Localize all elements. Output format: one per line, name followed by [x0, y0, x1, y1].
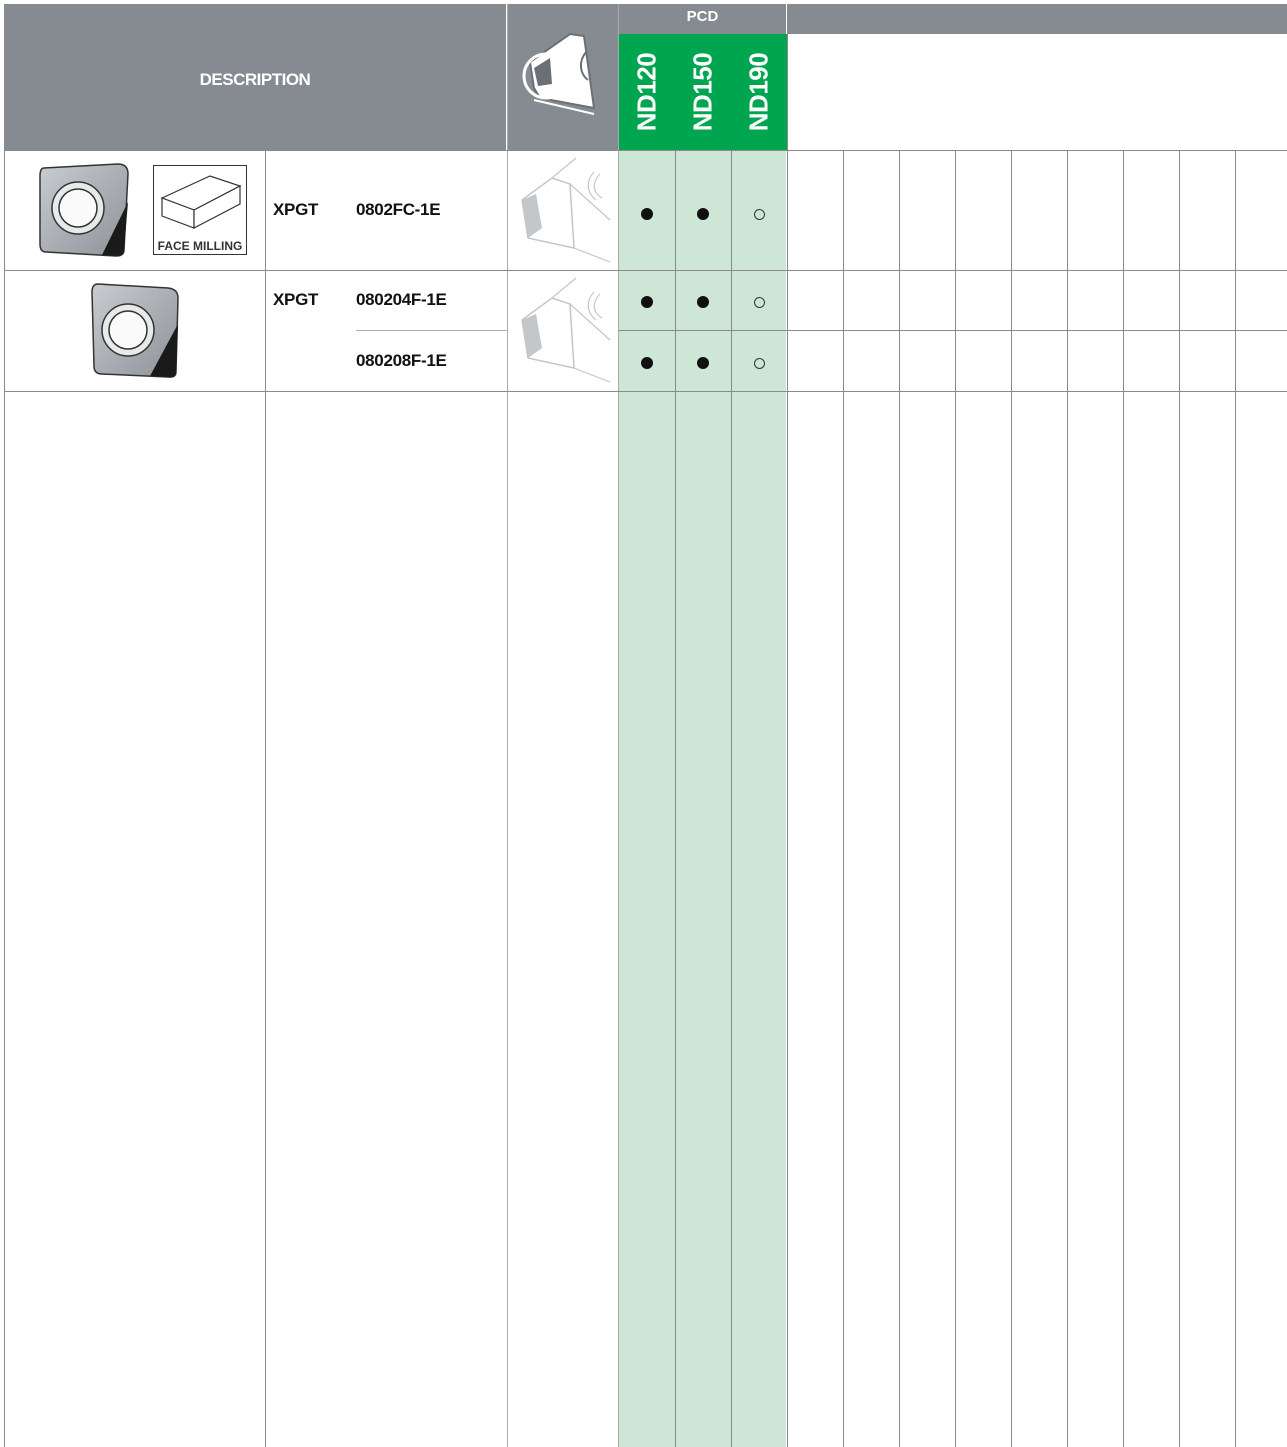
availability-nd120	[619, 353, 675, 374]
grade-column-nd150	[675, 151, 731, 1447]
availability-nd120	[619, 204, 675, 225]
grid-line	[507, 4, 508, 1447]
grade-header-nd120: ND120	[619, 34, 675, 150]
grade-label-nd190: ND190	[743, 52, 774, 132]
face-milling-badge: FACE MILLING	[153, 165, 247, 255]
insert-geometry-icon	[521, 157, 611, 263]
grid-line	[1179, 150, 1180, 1447]
pcd-label: PCD	[686, 8, 719, 25]
availability-nd150	[675, 353, 731, 374]
grid-line	[4, 150, 1287, 151]
availability-nd190	[731, 353, 787, 374]
application-label: FACE MILLING	[157, 239, 243, 253]
grid-line	[4, 270, 1287, 271]
grid-line	[955, 150, 956, 1447]
grid-line	[899, 150, 900, 1447]
grid-line	[265, 150, 266, 1447]
insert-geometry-icon	[522, 32, 596, 115]
availability-nd150	[675, 292, 731, 313]
grid-line	[4, 391, 1287, 392]
grade-header-nd150: ND150	[675, 34, 731, 150]
row-family: XPGT	[273, 290, 319, 309]
grid-line	[1123, 150, 1124, 1447]
face-milling-icon	[160, 175, 242, 229]
grid-line	[1067, 150, 1068, 1447]
insert-image-square	[39, 163, 129, 257]
grade-header-nd190: ND190	[731, 34, 787, 150]
grade-label-nd120: ND120	[631, 52, 662, 132]
grid-line	[1235, 150, 1236, 1447]
row-code: 080208F-1E	[356, 351, 447, 370]
extra-header-band	[788, 4, 1287, 34]
description-label: DESCRIPTION	[199, 70, 311, 89]
insert-geometry-icon	[521, 277, 611, 383]
insert-image-square	[91, 283, 179, 378]
row-code: 0802FC-1E	[356, 200, 441, 219]
availability-nd190	[731, 204, 787, 225]
grid-line	[1011, 150, 1012, 1447]
grade-column-nd120	[619, 151, 675, 1447]
availability-nd190	[731, 292, 787, 313]
row-code: 080204F-1E	[356, 290, 447, 309]
grid-line	[843, 150, 844, 1447]
grid-line	[787, 4, 788, 1447]
availability-nd120	[619, 292, 675, 313]
grade-label-nd150: ND150	[687, 52, 718, 132]
grid-line	[731, 150, 732, 1447]
row-family: XPGT	[273, 200, 319, 219]
grade-column-nd190	[731, 151, 786, 1447]
availability-nd150	[675, 204, 731, 225]
grid-line	[675, 150, 676, 1447]
grid-line	[619, 330, 1287, 331]
grid-line	[4, 150, 5, 1447]
grid-line	[356, 330, 508, 331]
